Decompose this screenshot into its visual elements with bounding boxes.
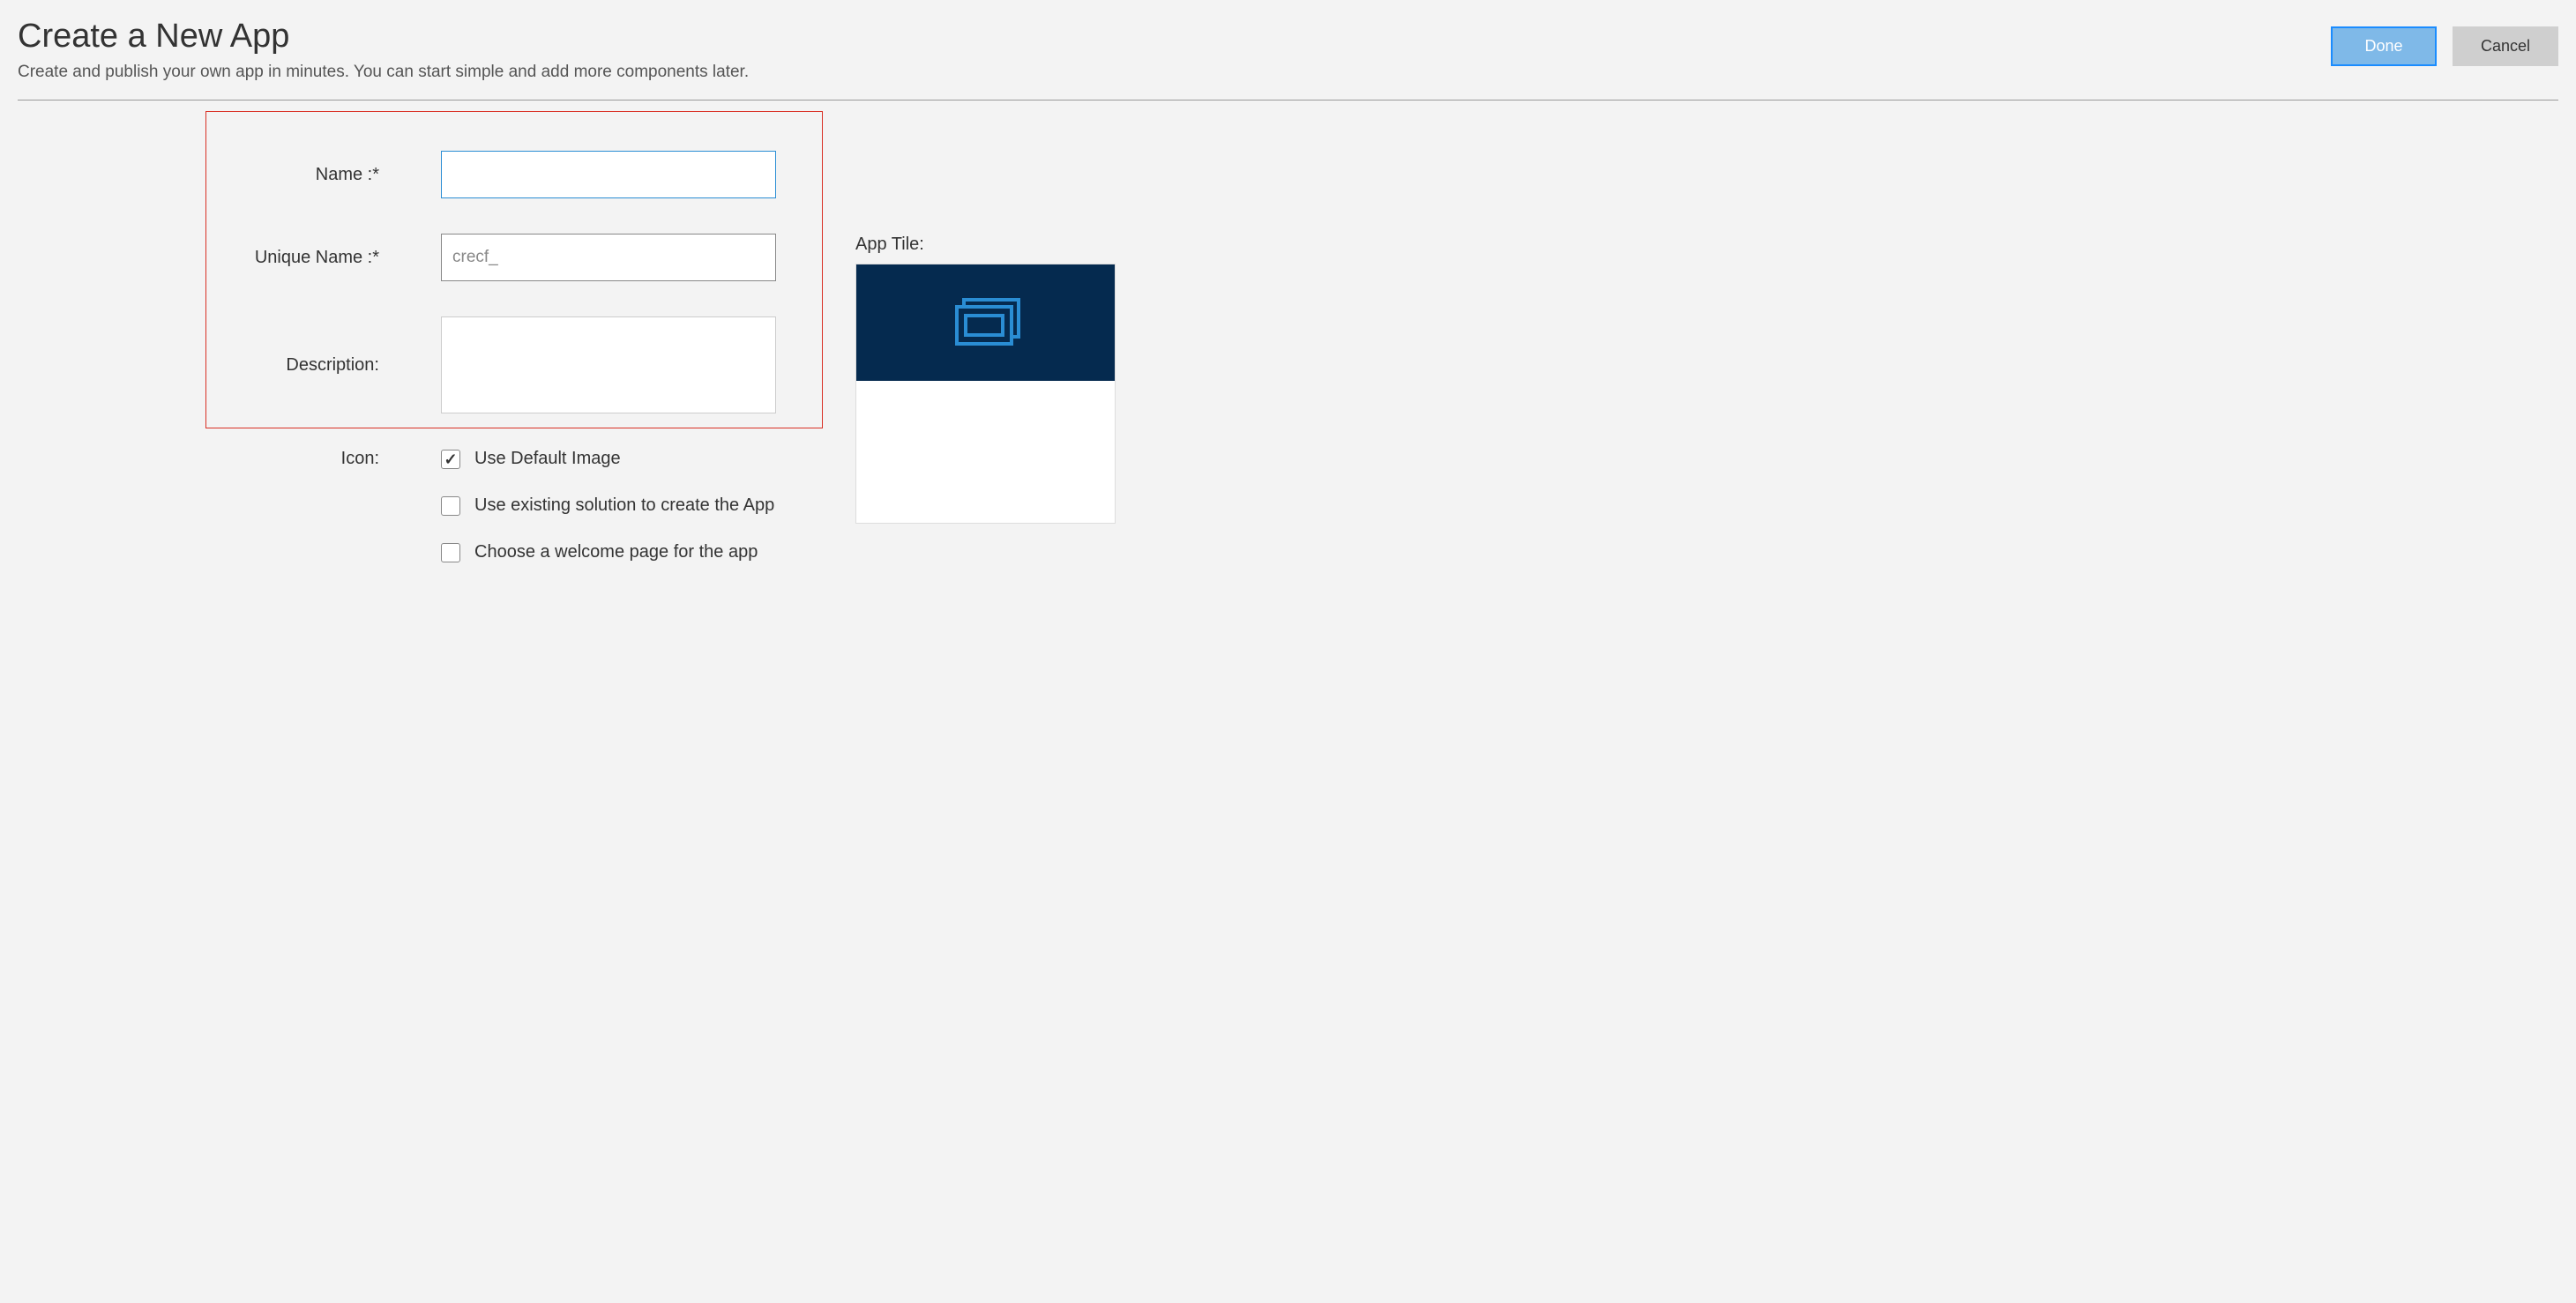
- app-tile-label: App Tile:: [855, 235, 1116, 255]
- form-left-column: Name :* Unique Name :* Description: Icon…: [18, 111, 829, 589]
- choose-welcome-label: Choose a welcome page for the app: [474, 542, 758, 562]
- page-header: Create a New App Create and publish your…: [18, 18, 2558, 82]
- page-subtitle: Create and publish your own app in minut…: [18, 63, 2331, 82]
- choose-welcome-row: Choose a welcome page for the app: [18, 542, 829, 562]
- description-input[interactable]: [441, 316, 776, 413]
- name-row: Name :*: [18, 151, 829, 198]
- name-input[interactable]: [441, 151, 776, 198]
- use-existing-solution-checkbox[interactable]: [441, 496, 460, 516]
- icon-row: Icon: Use Default Image: [18, 449, 829, 469]
- use-default-image-checkbox[interactable]: [441, 450, 460, 469]
- app-tile-header: [856, 264, 1115, 381]
- app-tile-preview: [855, 264, 1116, 524]
- description-row: Description:: [18, 316, 829, 413]
- choose-welcome-checkbox[interactable]: [441, 543, 460, 562]
- use-existing-solution-label: Use existing solution to create the App: [474, 495, 774, 516]
- cancel-button[interactable]: Cancel: [2453, 26, 2558, 66]
- done-button[interactable]: Done: [2331, 26, 2437, 66]
- app-tile-icon: [948, 296, 1023, 349]
- unique-name-label: Unique Name :*: [18, 248, 441, 268]
- unique-name-row: Unique Name :*: [18, 234, 829, 281]
- form-container: Name :* Unique Name :* Description: Icon…: [18, 111, 2558, 589]
- use-default-image-label: Use Default Image: [474, 449, 621, 469]
- icon-label: Icon:: [18, 449, 441, 469]
- form-right-column: App Tile:: [855, 111, 1116, 524]
- name-label: Name :*: [18, 165, 441, 185]
- use-existing-solution-row: Use existing solution to create the App: [18, 495, 829, 516]
- page-title: Create a New App: [18, 18, 2331, 56]
- header-divider: [18, 100, 2558, 101]
- description-label: Description:: [18, 355, 441, 376]
- unique-name-input[interactable]: [441, 234, 776, 281]
